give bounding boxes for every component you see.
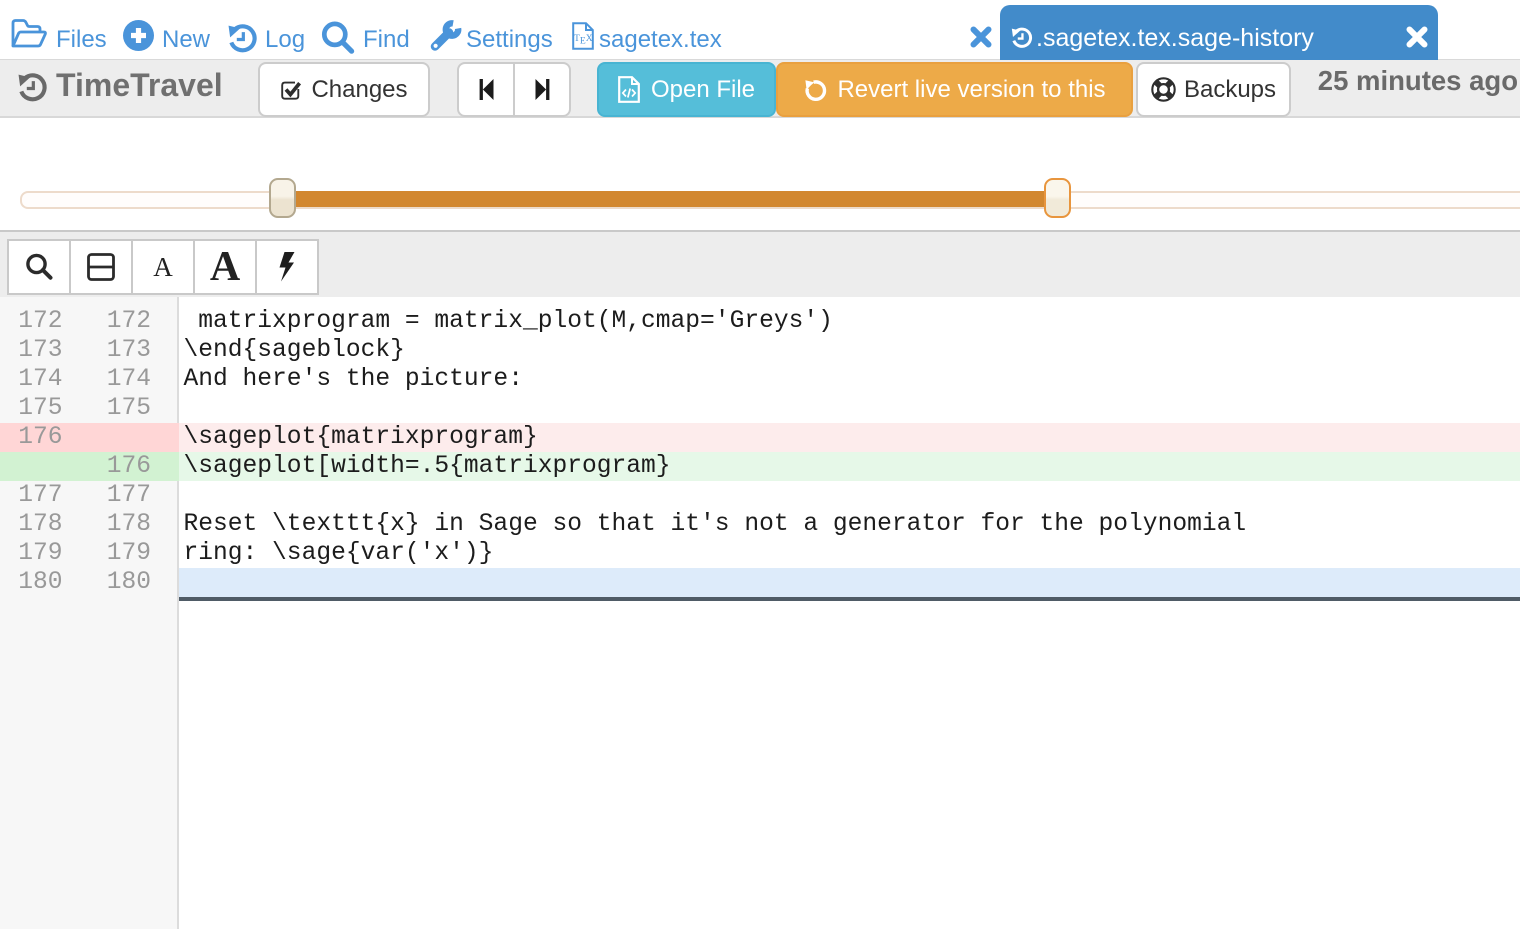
svg-text:TEX: TEX — [574, 33, 593, 47]
